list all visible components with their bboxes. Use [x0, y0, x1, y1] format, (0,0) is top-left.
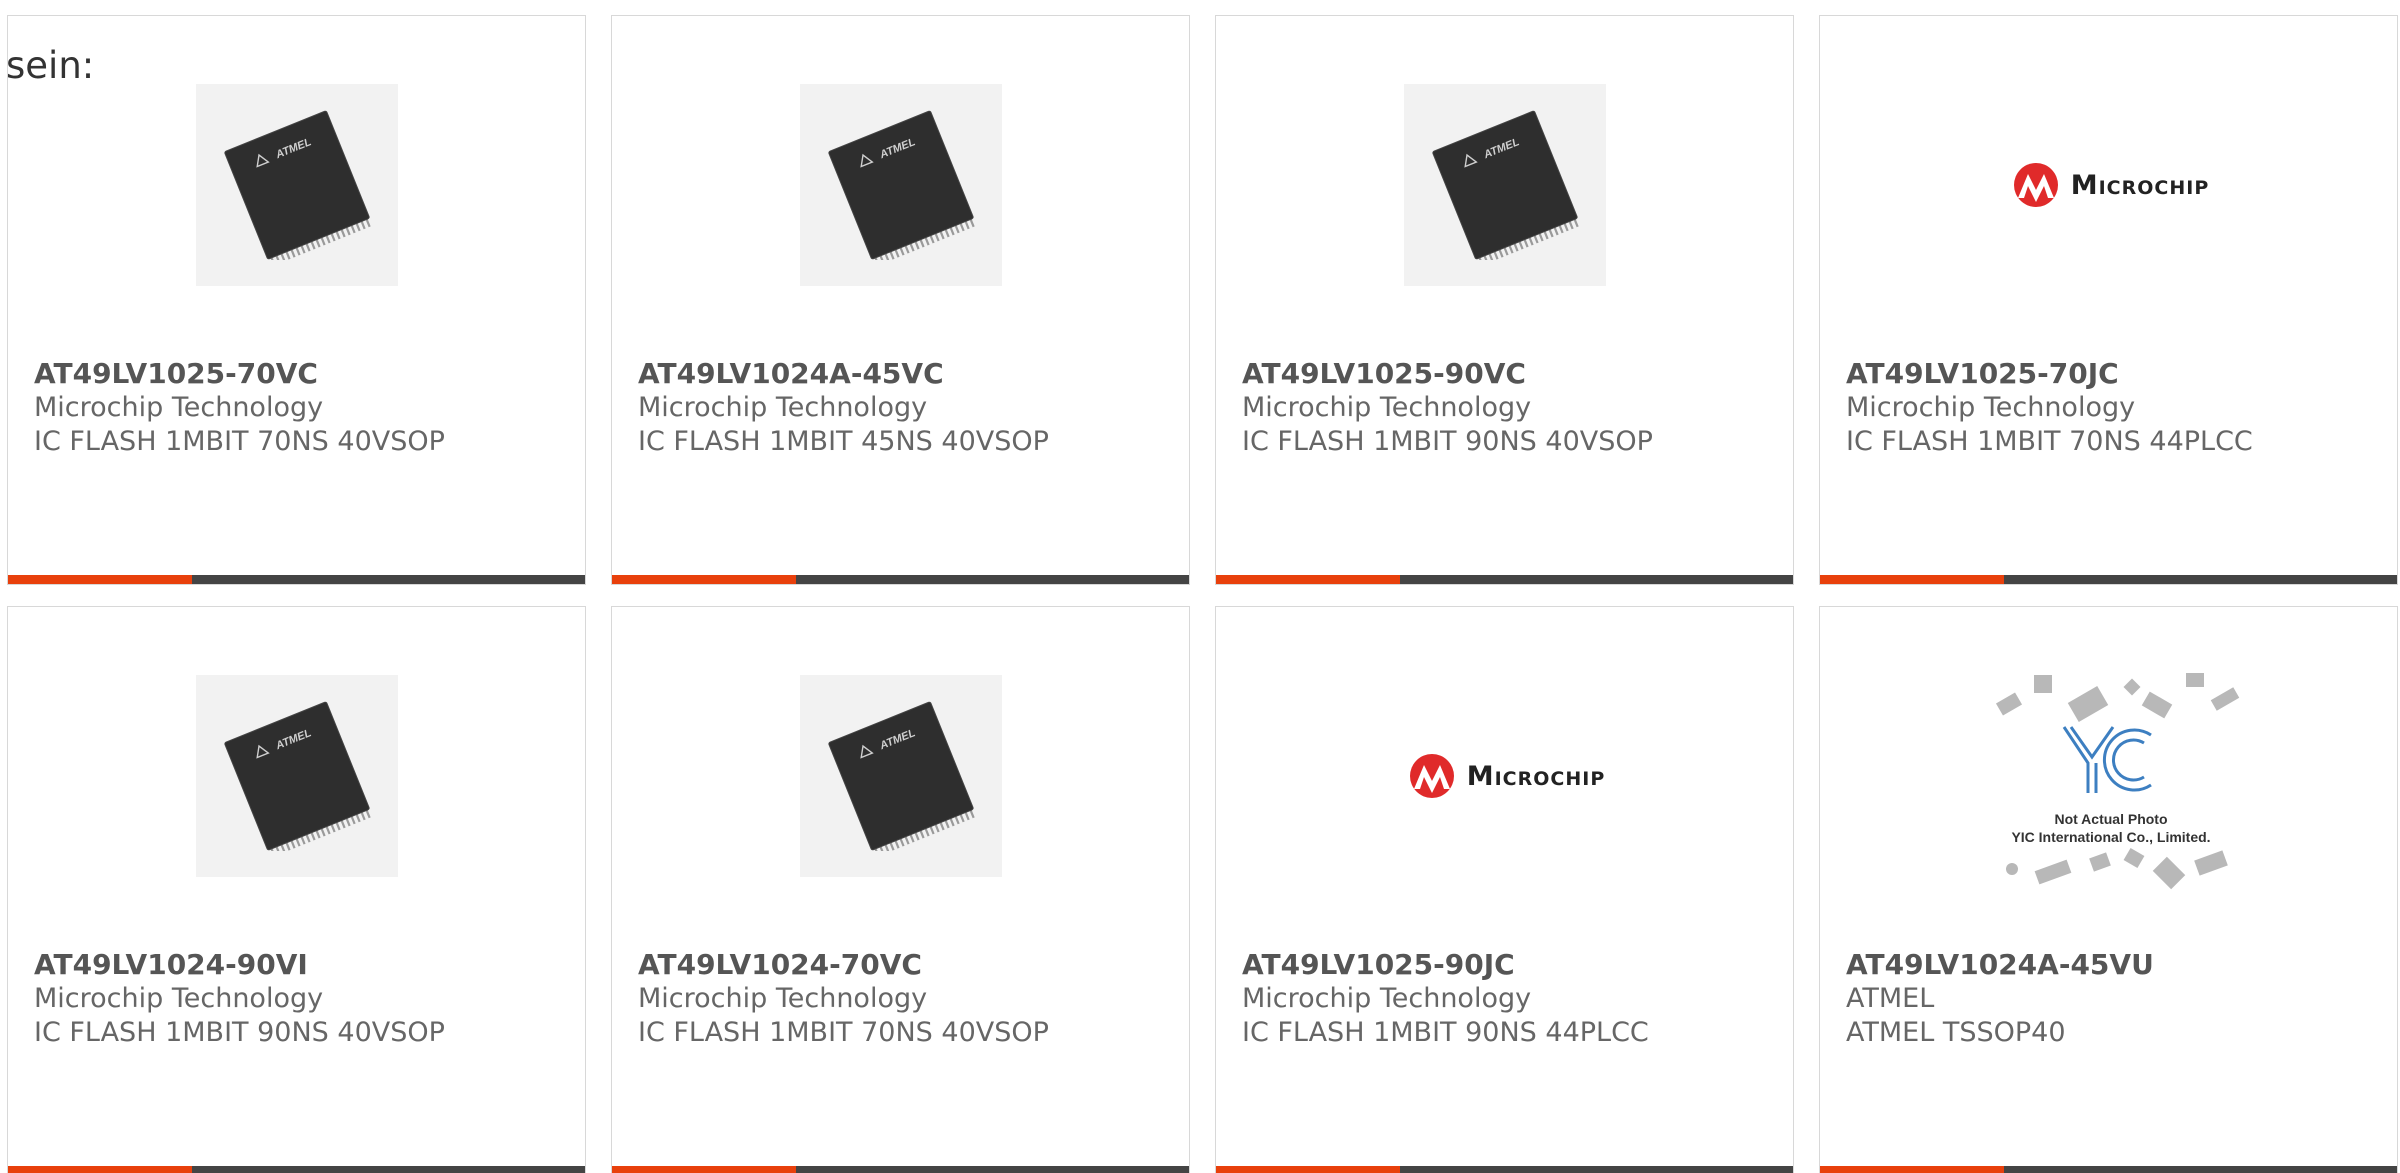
description: IC FLASH 1MBIT 90NS 40VSOP	[1242, 426, 1653, 457]
manufacturer: Microchip Technology	[1242, 392, 1532, 423]
card-bottom-bar	[8, 1166, 585, 1173]
description: IC FLASH 1MBIT 90NS 40VSOP	[34, 1017, 445, 1048]
card-accent	[1216, 575, 1400, 584]
product-image[interactable]: ATMEL	[800, 84, 1002, 286]
card-bottom-bar	[612, 575, 1189, 584]
manufacturer: Microchip Technology	[638, 392, 928, 423]
part-number[interactable]: AT49LV1025-70VC	[34, 357, 575, 391]
product-image[interactable]: ATMEL	[196, 84, 398, 286]
product-card[interactable]: ATMEL AT49LV1024-70VC Microchip Technology…	[611, 606, 1190, 1173]
product-card[interactable]: ATMEL AT49LV1025-90VC Microchip Technology…	[1215, 15, 1794, 585]
part-number[interactable]: AT49LV1025-90VC	[1242, 357, 1783, 391]
product-image[interactable]: ATMEL	[1404, 84, 1606, 286]
card-accent	[1820, 1166, 2004, 1173]
manufacturer: ATMEL	[1846, 983, 1935, 1014]
placeholder-note: Not Actual Photo	[2054, 811, 2168, 827]
product-image[interactable]: Microchip	[1356, 675, 1656, 877]
product-info: AT49LV1024-90VI Microchip Technology IC FL…	[34, 948, 575, 1050]
product-card[interactable]: Microchip AT49LV1025-90JC Microchip Techno…	[1215, 606, 1794, 1173]
card-bottom-bar	[1216, 575, 1793, 584]
card-accent	[612, 1166, 796, 1173]
description: IC FLASH 1MBIT 70NS 40VSOP	[638, 1017, 1049, 1048]
part-number[interactable]: AT49LV1024A-45VU	[1846, 948, 2387, 982]
part-number[interactable]: AT49LV1025-90JC	[1242, 948, 1783, 982]
product-info: AT49LV1025-90VC Microchip Technology IC FL…	[1242, 357, 1783, 459]
description: ATMEL TSSOP40	[1846, 1017, 2066, 1048]
card-bottom-bar	[1216, 1166, 1793, 1173]
part-number[interactable]: AT49LV1025-70JC	[1846, 357, 2387, 391]
card-accent	[8, 575, 192, 584]
microchip-logo: Microchip	[1407, 753, 1606, 799]
product-listing-page: sein: ATMEL AT49LV1025-70VC Microchip Tech…	[0, 0, 2400, 1173]
manufacturer: Microchip Technology	[34, 392, 324, 423]
description: IC FLASH 1MBIT 90NS 44PLCC	[1242, 1017, 1649, 1048]
product-card[interactable]: ATMEL AT49LV1025-70VC Microchip Technology…	[7, 15, 586, 585]
product-info: AT49LV1024A-45VC Microchip Technology IC F…	[638, 357, 1179, 459]
product-grid: ATMEL AT49LV1025-70VC Microchip Technology…	[7, 15, 2398, 1173]
placeholder-company: YIC International Co., Limited.	[2011, 829, 2211, 845]
product-card[interactable]: ATMEL AT49LV1024A-45VC Microchip Technolog…	[611, 15, 1190, 585]
manufacturer: Microchip Technology	[1242, 983, 1532, 1014]
description: IC FLASH 1MBIT 70NS 40VSOP	[34, 426, 445, 457]
product-info: AT49LV1024-70VC Microchip Technology IC FL…	[638, 948, 1179, 1050]
manufacturer: Microchip Technology	[34, 983, 324, 1014]
product-card[interactable]: Microchip AT49LV1025-70JC Microchip Techno…	[1819, 15, 2398, 585]
product-info: AT49LV1025-70JC Microchip Technology IC FL…	[1846, 357, 2387, 459]
microchip-logo: Microchip	[2011, 162, 2210, 208]
product-card[interactable]: Not Actual Photo YIC International Co., L…	[1819, 606, 2398, 1173]
product-info: AT49LV1025-70VC Microchip Technology IC FL…	[34, 357, 575, 459]
part-number[interactable]: AT49LV1024-70VC	[638, 948, 1179, 982]
product-image[interactable]: ATMEL	[196, 675, 398, 877]
intro-text: sein:	[6, 44, 95, 87]
manufacturer: Microchip Technology	[1846, 392, 2136, 423]
card-bottom-bar	[1820, 575, 2397, 584]
manufacturer: Microchip Technology	[638, 983, 928, 1014]
description: IC FLASH 1MBIT 45NS 40VSOP	[638, 426, 1049, 457]
part-number[interactable]: AT49LV1024-90VI	[34, 948, 575, 982]
part-number[interactable]: AT49LV1024A-45VC	[638, 357, 1179, 391]
card-bottom-bar	[1820, 1166, 2397, 1173]
card-bottom-bar	[8, 575, 585, 584]
product-image[interactable]: Microchip	[1960, 84, 2260, 286]
product-info: AT49LV1024A-45VU ATMEL ATMEL TSSOP40	[1846, 948, 2387, 1050]
card-accent	[1216, 1166, 1400, 1173]
card-accent	[1820, 575, 2004, 584]
card-bottom-bar	[612, 1166, 1189, 1173]
microchip-logo-icon	[1409, 754, 1454, 798]
card-accent	[612, 575, 796, 584]
product-card[interactable]: ATMEL AT49LV1024-90VI Microchip Technology…	[7, 606, 586, 1173]
placeholder-image: Not Actual Photo YIC International Co., L…	[1976, 665, 2246, 905]
microchip-logo-icon	[2013, 163, 2058, 207]
product-image[interactable]: ATMEL	[800, 675, 1002, 877]
product-info: AT49LV1025-90JC Microchip Technology IC FL…	[1242, 948, 1783, 1050]
card-accent	[8, 1166, 192, 1173]
description: IC FLASH 1MBIT 70NS 44PLCC	[1846, 426, 2253, 457]
